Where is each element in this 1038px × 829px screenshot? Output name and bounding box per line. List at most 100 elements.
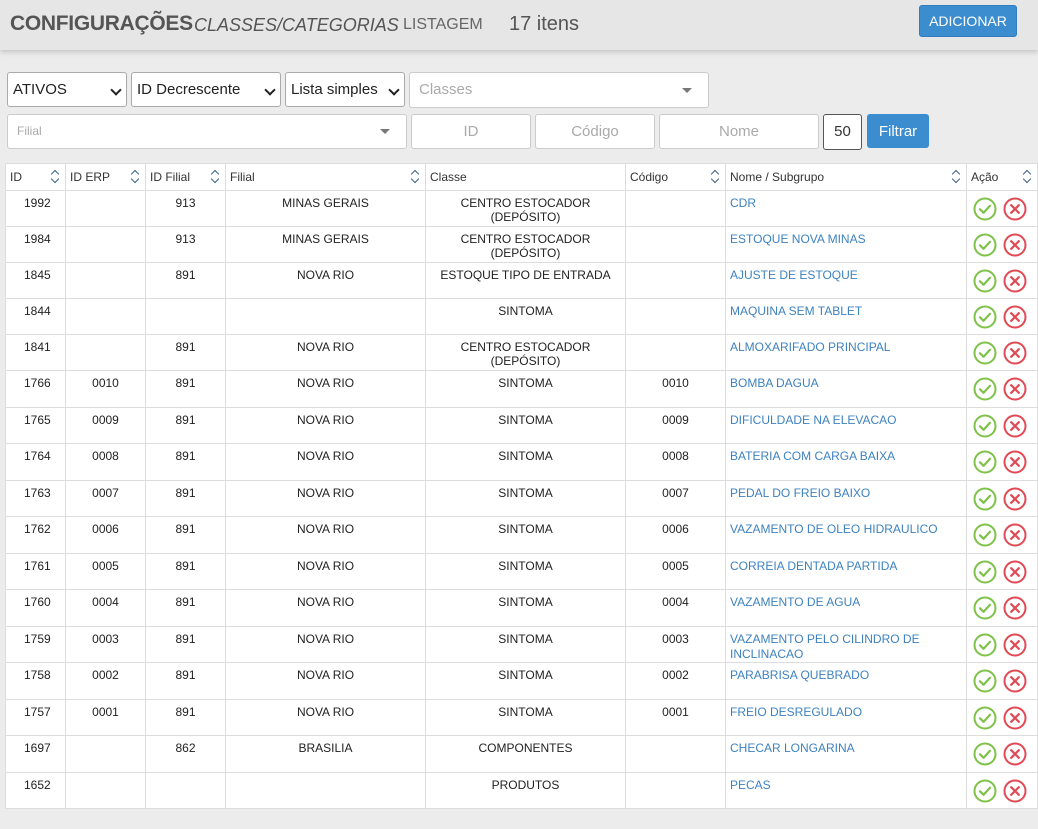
check-circle-icon[interactable]: [973, 742, 997, 766]
cell-id-erp: 0003: [65, 626, 146, 663]
cell-nome[interactable]: CDR: [725, 190, 967, 227]
cell-nome[interactable]: PEDAL DO FREIO BAIXO: [725, 480, 967, 517]
cell-codigo: 0002: [625, 662, 726, 700]
cell-id-filial: 891: [145, 699, 226, 736]
x-circle-icon[interactable]: [1003, 633, 1027, 657]
check-circle-icon[interactable]: [973, 233, 997, 257]
check-circle-icon[interactable]: [973, 305, 997, 329]
column-header-acao[interactable]: Ação: [966, 163, 1038, 191]
cell-classe: SINTOMA: [425, 298, 626, 335]
column-header-id-filial[interactable]: ID Filial: [145, 163, 226, 191]
x-circle-icon[interactable]: [1003, 450, 1027, 474]
cell-id-filial: 891: [145, 553, 226, 590]
x-circle-icon[interactable]: [1003, 596, 1027, 620]
cell-nome[interactable]: PECAS: [725, 772, 967, 809]
sort-icon[interactable]: [51, 170, 60, 184]
x-circle-icon[interactable]: [1003, 523, 1027, 547]
cell-nome[interactable]: CHECAR LONGARINA: [725, 735, 967, 773]
classes-placeholder: Classes: [419, 81, 473, 98]
cell-id: 1841: [5, 334, 66, 371]
filial-dropdown[interactable]: Filial: [7, 114, 407, 149]
x-circle-icon[interactable]: [1003, 197, 1027, 221]
limit-input[interactable]: 50: [823, 114, 862, 150]
cell-nome[interactable]: CORREIA DENTADA PARTIDA: [725, 553, 967, 590]
cell-classe: PRODUTOS: [425, 772, 626, 809]
table-row: 1984 913 MINAS GERAIS CENTRO ESTOCADOR (DEP…: [5, 226, 1038, 263]
cell-nome[interactable]: ALMOXARIFADO PRINCIPAL: [725, 334, 967, 371]
x-circle-icon[interactable]: [1003, 305, 1027, 329]
sort-icon[interactable]: [211, 170, 220, 184]
cell-nome[interactable]: MAQUINA SEM TABLET: [725, 298, 967, 335]
cell-nome[interactable]: AJUSTE DE ESTOQUE: [725, 262, 967, 299]
x-circle-icon[interactable]: [1003, 669, 1027, 693]
sort-icon[interactable]: [952, 170, 961, 184]
cell-id-filial: 891: [145, 626, 226, 663]
check-circle-icon[interactable]: [973, 669, 997, 693]
cell-id-erp: 0008: [65, 443, 146, 481]
check-circle-icon[interactable]: [973, 341, 997, 365]
column-header-id[interactable]: ID: [5, 163, 66, 191]
check-circle-icon[interactable]: [973, 779, 997, 803]
check-circle-icon[interactable]: [973, 197, 997, 221]
x-circle-icon[interactable]: [1003, 742, 1027, 766]
check-circle-icon[interactable]: [973, 523, 997, 547]
cell-id: 1764: [5, 443, 66, 481]
cell-nome[interactable]: BATERIA COM CARGA BAIXA: [725, 443, 967, 481]
x-circle-icon[interactable]: [1003, 233, 1027, 257]
chevron-down-icon: [388, 84, 400, 96]
column-header-id-erp[interactable]: ID ERP: [65, 163, 146, 191]
filter-button[interactable]: Filtrar: [867, 114, 929, 148]
column-header-nome[interactable]: Nome / Subgrupo: [725, 163, 967, 191]
cell-id-erp: [65, 226, 146, 263]
check-circle-icon[interactable]: [973, 706, 997, 730]
x-circle-icon[interactable]: [1003, 341, 1027, 365]
cell-nome[interactable]: FREIO DESREGULADO: [725, 699, 967, 736]
id-input[interactable]: ID: [411, 114, 531, 149]
x-circle-icon[interactable]: [1003, 779, 1027, 803]
mode-select[interactable]: Lista simples: [285, 72, 405, 107]
classes-dropdown[interactable]: Classes: [409, 72, 709, 108]
x-circle-icon[interactable]: [1003, 706, 1027, 730]
column-header-classe[interactable]: Classe: [425, 163, 626, 191]
x-circle-icon[interactable]: [1003, 377, 1027, 401]
nome-input[interactable]: Nome: [659, 114, 819, 149]
check-circle-icon[interactable]: [973, 633, 997, 657]
order-select[interactable]: ID Decrescente: [131, 72, 281, 107]
cell-nome[interactable]: PARABRISA QUEBRADO: [725, 662, 967, 700]
check-circle-icon[interactable]: [973, 377, 997, 401]
cell-id-filial: [145, 772, 226, 809]
sort-icon[interactable]: [1023, 170, 1032, 184]
x-circle-icon[interactable]: [1003, 269, 1027, 293]
cell-acao: [966, 516, 1038, 554]
check-circle-icon[interactable]: [973, 596, 997, 620]
cell-id: 1760: [5, 589, 66, 627]
cell-nome[interactable]: VAZAMENTO DE AGUA: [725, 589, 967, 627]
check-circle-icon[interactable]: [973, 414, 997, 438]
codigo-input[interactable]: Código: [535, 114, 655, 149]
cell-nome[interactable]: DIFICULDADE NA ELEVACAO: [725, 407, 967, 444]
check-circle-icon[interactable]: [973, 487, 997, 511]
column-header-filial[interactable]: Filial: [225, 163, 426, 191]
cell-id-filial: 891: [145, 516, 226, 554]
cell-nome[interactable]: VAZAMENTO DE OLEO HIDRAULICO: [725, 516, 967, 554]
check-circle-icon[interactable]: [973, 450, 997, 474]
cell-codigo: 0008: [625, 443, 726, 481]
cell-codigo: [625, 735, 726, 773]
cell-nome[interactable]: BOMBA DAGUA: [725, 370, 967, 408]
sort-icon[interactable]: [131, 170, 140, 184]
cell-nome[interactable]: VAZAMENTO PELO CILINDRO DE INCLINACAO: [725, 626, 967, 663]
check-circle-icon[interactable]: [973, 560, 997, 584]
cell-filial: NOVA RIO: [225, 370, 426, 408]
check-circle-icon[interactable]: [973, 269, 997, 293]
x-circle-icon[interactable]: [1003, 487, 1027, 511]
sort-icon[interactable]: [411, 170, 420, 184]
add-button[interactable]: ADICIONAR: [919, 5, 1017, 37]
cell-filial: NOVA RIO: [225, 589, 426, 627]
x-circle-icon[interactable]: [1003, 560, 1027, 584]
column-header-codigo[interactable]: Código: [625, 163, 726, 191]
table-row: 1757 0001 891 NOVA RIO SINTOMA 0001 FREIO DESR…: [5, 699, 1038, 736]
x-circle-icon[interactable]: [1003, 414, 1027, 438]
cell-nome[interactable]: ESTOQUE NOVA MINAS: [725, 226, 967, 263]
sort-icon[interactable]: [711, 170, 720, 184]
status-select[interactable]: ATIVOS: [7, 72, 127, 107]
